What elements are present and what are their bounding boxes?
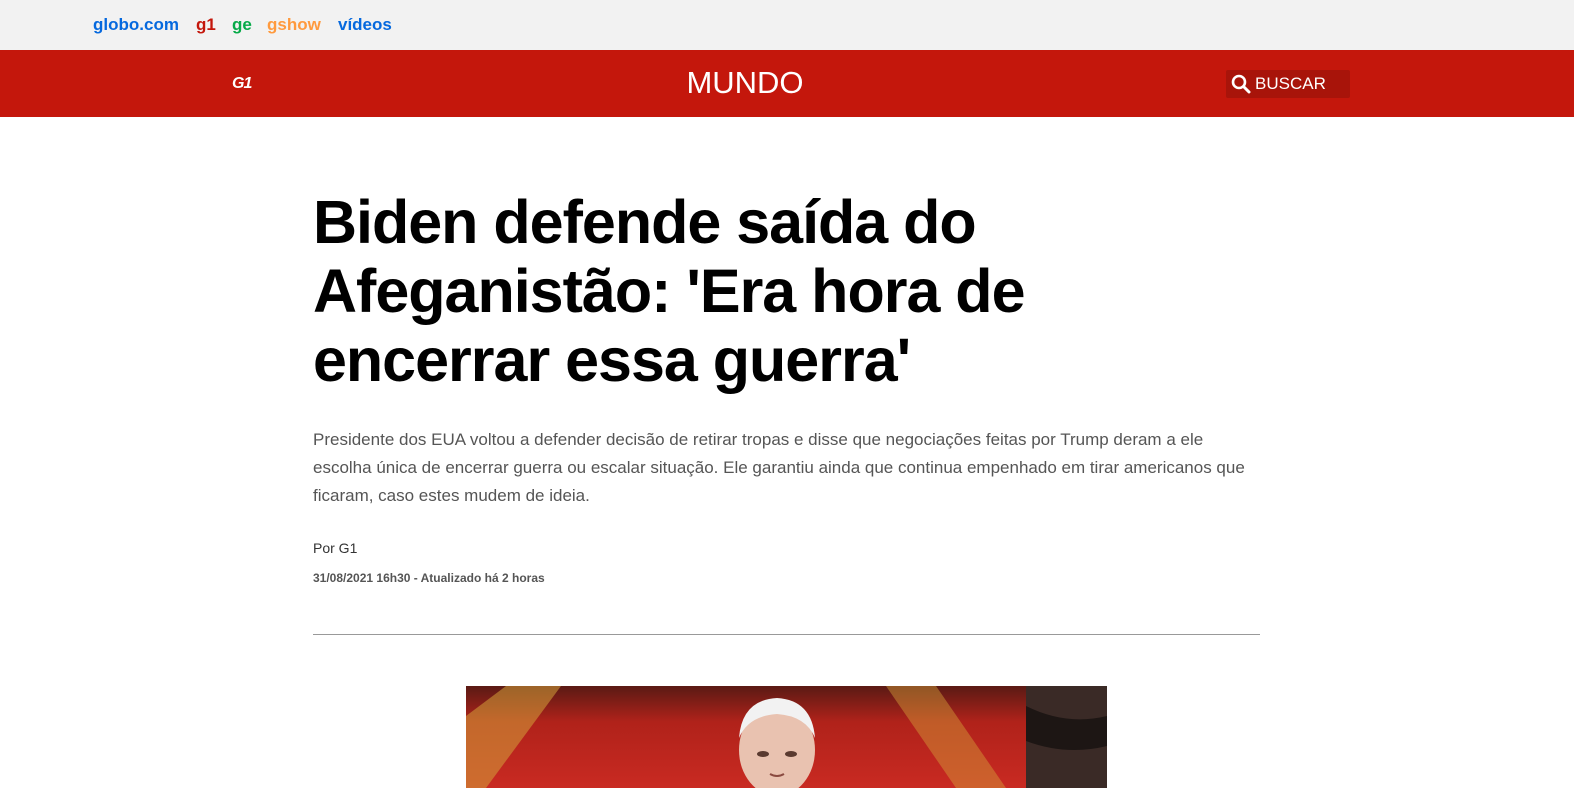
- globo-link-globocom[interactable]: globo.com: [93, 15, 179, 35]
- search-label: BUSCAR: [1255, 74, 1326, 93]
- globo-link-g1[interactable]: g1: [196, 15, 216, 35]
- article-subtitle: Presidente dos EUA voltou a defender dec…: [313, 430, 1245, 505]
- search-icon: [1231, 74, 1251, 94]
- article-headline: Biden defende saída do Afeganistão: 'Era…: [313, 188, 1026, 394]
- divider: [313, 634, 1260, 635]
- article-photo-illustration: [466, 686, 1107, 788]
- site-header: G1 MUNDO BUSCAR: [0, 50, 1574, 117]
- globo-link-ge[interactable]: ge: [232, 15, 252, 35]
- search-button[interactable]: BUSCAR: [1226, 70, 1350, 98]
- globo-link-videos[interactable]: vídeos: [338, 15, 392, 35]
- globo-top-bar: globo.com g1 ge gshow vídeos: [0, 0, 1574, 50]
- globo-link-gshow[interactable]: gshow: [267, 15, 321, 35]
- article-dateline: 31/08/2021 16h30 - Atualizado há 2 horas: [313, 571, 545, 585]
- article-photo: [466, 686, 1107, 788]
- article-author: Por G1: [313, 540, 358, 556]
